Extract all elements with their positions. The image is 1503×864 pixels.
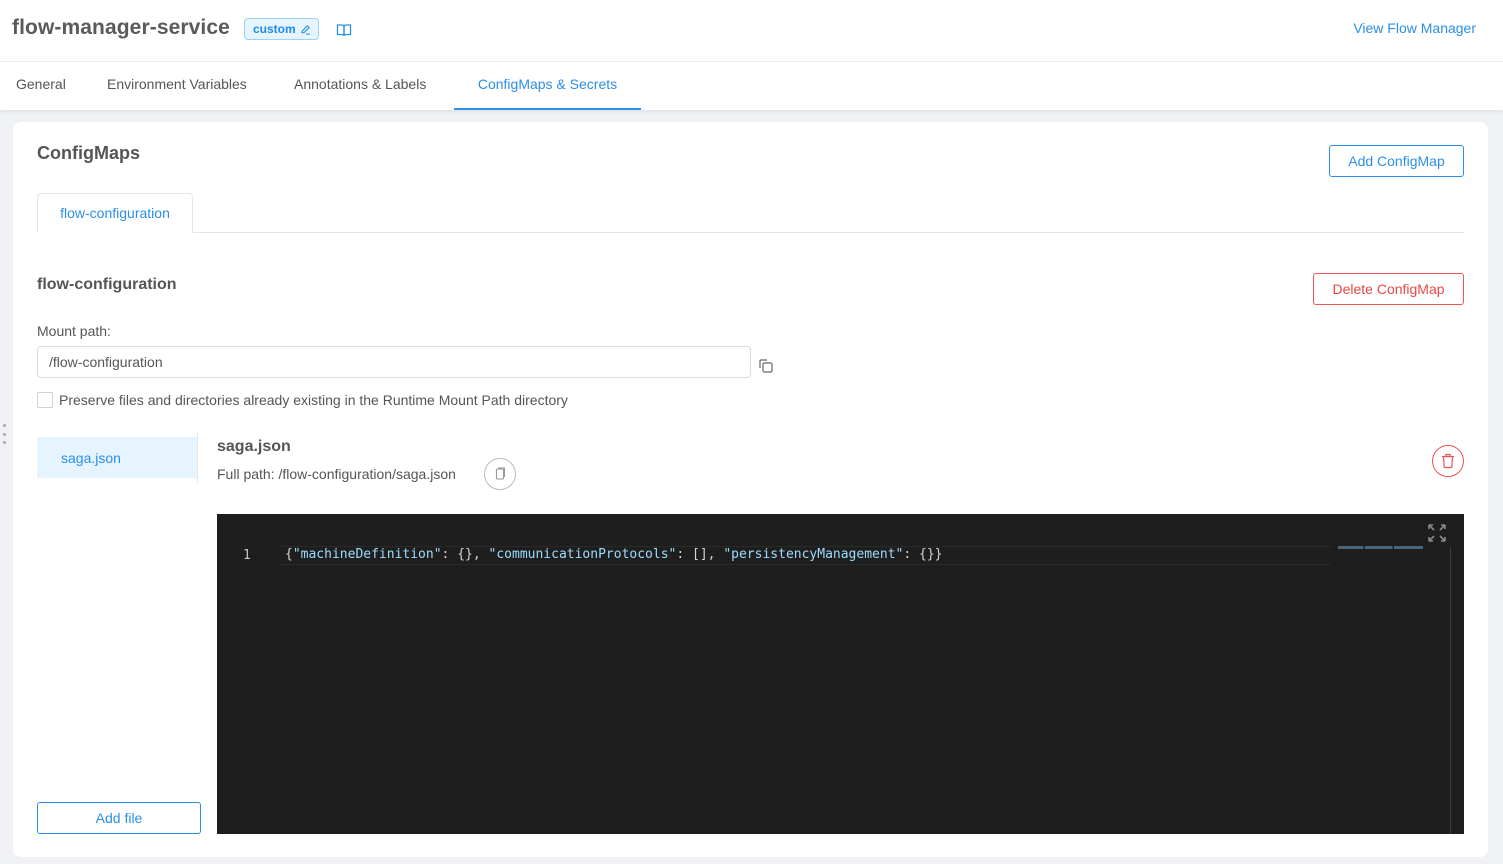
fullscreen-icon[interactable]	[1426, 522, 1448, 544]
delete-configmap-button[interactable]: Delete ConfigMap	[1313, 273, 1464, 305]
json-key-token: "communicationProtocols"	[488, 547, 677, 562]
json-punct-token: : [],	[676, 547, 724, 562]
add-file-button[interactable]: Add file	[37, 802, 201, 834]
book-icon[interactable]	[336, 22, 352, 38]
json-punct-token: : {}}	[903, 547, 943, 562]
tab-annotations-labels[interactable]: Annotations & Labels	[294, 62, 426, 110]
resize-handle[interactable]	[3, 424, 6, 444]
json-punct-token: {	[285, 547, 293, 562]
service-title: flow-manager-service	[12, 16, 230, 39]
section-title: ConfigMaps	[37, 143, 140, 163]
tab-bar: General Environment Variables Annotation…	[0, 62, 1503, 110]
preserve-files-checkbox[interactable]	[37, 392, 53, 408]
file-title: saga.json	[217, 438, 291, 455]
tab-configmaps-secrets[interactable]: ConfigMaps & Secrets	[454, 62, 641, 110]
badge-label: custom	[253, 22, 296, 36]
pencil-icon	[300, 24, 310, 35]
copy-path-button[interactable]	[484, 458, 516, 490]
code-line[interactable]: {"machineDefinition": {}, "communication…	[285, 547, 942, 562]
view-flow-manager-link[interactable]: View Flow Manager	[1353, 20, 1476, 36]
delete-file-button[interactable]	[1432, 445, 1464, 477]
json-key-token: "persistencyManagement"	[723, 547, 904, 562]
copy-icon[interactable]	[758, 358, 774, 374]
tab-general[interactable]: General	[16, 62, 66, 110]
code-editor[interactable]: 1 {"machineDefinition": {}, "communicati…	[217, 514, 1464, 834]
mount-path-input[interactable]	[37, 346, 751, 378]
configmaps-card: ConfigMaps Add ConfigMap flow-configurat…	[13, 122, 1488, 857]
line-number: 1	[243, 548, 251, 563]
tab-environment-variables[interactable]: Environment Variables	[107, 62, 247, 110]
preserve-files-option: Preserve files and directories already e…	[37, 392, 568, 408]
add-configmap-button[interactable]: Add ConfigMap	[1329, 145, 1464, 177]
editor-scrollbar[interactable]	[1450, 547, 1464, 834]
configmap-name: flow-configuration	[37, 276, 177, 293]
configmap-tab-flow-configuration[interactable]: flow-configuration	[37, 193, 193, 233]
editor-minimap[interactable]	[1338, 546, 1423, 549]
preserve-files-label[interactable]: Preserve files and directories already e…	[59, 392, 568, 408]
page-header: flow-manager-service custom View Flow Ma…	[0, 0, 1503, 62]
custom-badge[interactable]: custom	[244, 18, 319, 40]
file-list-divider	[197, 432, 198, 482]
file-item-saga-json[interactable]: saga.json	[37, 437, 197, 478]
mount-path-label: Mount path:	[37, 323, 111, 339]
json-key-token: "machineDefinition"	[292, 547, 442, 562]
configmap-tabs: flow-configuration	[37, 193, 1464, 233]
copy-icon	[495, 467, 506, 480]
file-full-path: Full path: /flow-configuration/saga.json	[217, 466, 456, 482]
file-list: saga.json	[37, 437, 198, 480]
json-punct-token: : {},	[441, 547, 489, 562]
trash-icon	[1442, 453, 1454, 469]
